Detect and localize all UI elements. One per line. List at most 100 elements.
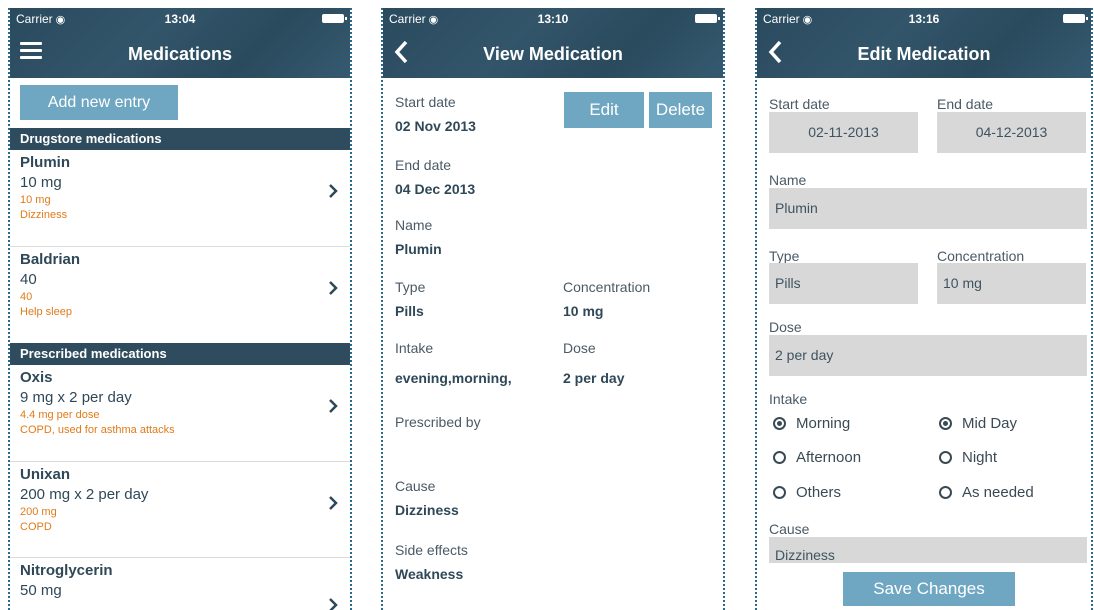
chevron-right-icon	[329, 184, 338, 198]
end-date-field: End date 04 Dec 2013	[395, 157, 475, 197]
med-name: Nitroglycerin	[20, 562, 113, 579]
medications-screen: Carrier ◉ 13:04 Medications Add new entry…	[8, 8, 352, 610]
intake-label: Intake	[769, 391, 808, 407]
end-date-input[interactable]: 04-12-2013	[937, 112, 1086, 153]
name-label: Name	[395, 217, 433, 233]
intake-option-morning[interactable]: Morning	[773, 415, 850, 432]
battery-icon	[695, 14, 720, 23]
option-label: Afternoon	[796, 449, 862, 466]
page-title: Edit Medication	[857, 44, 991, 64]
med-name: Oxis	[20, 369, 53, 386]
type-label: Type	[395, 279, 426, 295]
option-label: Mid Day	[962, 415, 1018, 432]
end-date-value: 04 Dec 2013	[395, 181, 476, 197]
intake-field: Intake evening,morning,	[395, 340, 512, 386]
start-date-input[interactable]: 02-11-2013	[769, 112, 918, 153]
concentration-value: 10 mg	[563, 303, 604, 319]
intake-option-midday[interactable]: Mid Day	[939, 415, 1017, 432]
edit-button[interactable]: Edit	[564, 92, 644, 128]
side-effects-value: Weakness	[395, 566, 464, 582]
battery-icon	[322, 14, 347, 23]
intake-option-others[interactable]: Others	[773, 484, 841, 501]
start-date-field: Start date 02 Nov 2013	[395, 94, 476, 134]
clock: 13:04	[164, 12, 196, 26]
med-detail: 200 mg	[20, 506, 57, 518]
type-input[interactable]: Pills	[769, 263, 918, 304]
dose-field: Dose 2 per day	[563, 340, 624, 386]
section-prescribed: Prescribed medications	[10, 343, 350, 365]
nav-bar: Carrier ◉ 13:10 View Medication	[383, 8, 723, 78]
name-field: Name Plumin	[395, 217, 442, 257]
med-dose: 50 mg	[20, 582, 62, 599]
cause-input[interactable]: Dizziness	[769, 537, 1087, 563]
med-reason: Help sleep	[20, 306, 72, 318]
section-drugstore: Drugstore medications	[10, 128, 350, 150]
intake-label: Intake	[395, 340, 434, 356]
page-title: View Medication	[483, 44, 623, 64]
list-item[interactable]: Baldrian 40 40 Help sleep	[10, 247, 350, 344]
cause-value: Dizziness	[395, 502, 459, 518]
clock: 13:10	[537, 12, 569, 26]
add-new-entry-button[interactable]: Add new entry	[20, 85, 178, 120]
dose-label: Dose	[769, 319, 802, 335]
radio-empty-icon	[939, 451, 952, 464]
clock: 13:16	[908, 12, 940, 26]
list-item[interactable]: Oxis 9 mg x 2 per day 4.4 mg per dose CO…	[10, 365, 350, 462]
edit-medication-screen: Carrier ◉ 13:16 Edit Medication Start dat…	[755, 8, 1093, 610]
intake-option-afternoon[interactable]: Afternoon	[773, 449, 861, 466]
option-label: Night	[962, 449, 998, 466]
start-date-label: Start date	[769, 96, 830, 112]
name-value: Plumin	[395, 241, 442, 257]
med-dose: 40	[20, 271, 37, 288]
med-name: Plumin	[20, 154, 71, 171]
name-input[interactable]: Plumin	[769, 188, 1087, 229]
med-dose: 9 mg x 2 per day	[20, 389, 132, 406]
med-detail: 4.4 mg per dose	[20, 409, 100, 421]
intake-value: evening,morning,	[395, 370, 512, 386]
side-effects-label: Side effects	[395, 542, 468, 558]
med-dose: 10 mg	[20, 174, 62, 191]
list-item[interactable]: Unixan 200 mg x 2 per day 200 mg COPD	[10, 462, 350, 558]
list-item[interactable]: Nitroglycerin 50 mg	[10, 558, 350, 610]
status-bar: Carrier ◉ 13:04	[16, 12, 347, 26]
nav-bar: Carrier ◉ 13:04 Medications	[10, 8, 350, 78]
battery-icon	[1063, 14, 1088, 23]
prescribed-by-label: Prescribed by	[395, 414, 481, 430]
end-date-label: End date	[395, 157, 452, 173]
list-item[interactable]: Plumin 10 mg 10 mg Dizziness	[10, 150, 350, 247]
intake-option-as-needed[interactable]: As needed	[939, 484, 1034, 501]
concentration-label: Concentration	[563, 279, 651, 295]
chevron-right-icon	[329, 496, 338, 510]
dose-label: Dose	[563, 340, 596, 356]
chevron-right-icon	[329, 399, 338, 413]
start-date-value: 02 Nov 2013	[395, 118, 476, 134]
radio-empty-icon	[773, 451, 786, 464]
type-label: Type	[769, 248, 800, 264]
med-reason: Dizziness	[20, 209, 68, 221]
concentration-input[interactable]: 10 mg	[937, 263, 1086, 304]
radio-selected-icon	[773, 417, 786, 430]
concentration-label: Concentration	[937, 248, 1025, 264]
status-bar: Carrier ◉ 13:16	[763, 12, 1088, 26]
chevron-right-icon	[329, 598, 338, 610]
med-reason: COPD	[20, 521, 52, 533]
type-field: Type Pills	[395, 279, 425, 319]
save-changes-button[interactable]: Save Changes	[843, 572, 1015, 606]
dose-value: 2 per day	[563, 370, 625, 386]
radio-empty-icon	[939, 486, 952, 499]
med-detail: 40	[20, 291, 33, 303]
med-dose: 200 mg x 2 per day	[20, 486, 149, 503]
side-effects-field: Side effects Weakness	[395, 542, 468, 582]
med-detail: 10 mg	[20, 194, 51, 206]
option-label: Others	[796, 484, 842, 501]
type-value: Pills	[395, 303, 424, 319]
cause-label: Cause	[769, 521, 810, 537]
med-name: Baldrian	[20, 251, 81, 268]
intake-option-night[interactable]: Night	[939, 449, 997, 466]
option-label: Morning	[796, 415, 851, 432]
option-label: As needed	[962, 484, 1034, 501]
med-name: Unixan	[20, 466, 71, 483]
dose-input[interactable]: 2 per day	[769, 335, 1087, 376]
delete-button[interactable]: Delete	[649, 92, 712, 128]
name-label: Name	[769, 172, 807, 188]
